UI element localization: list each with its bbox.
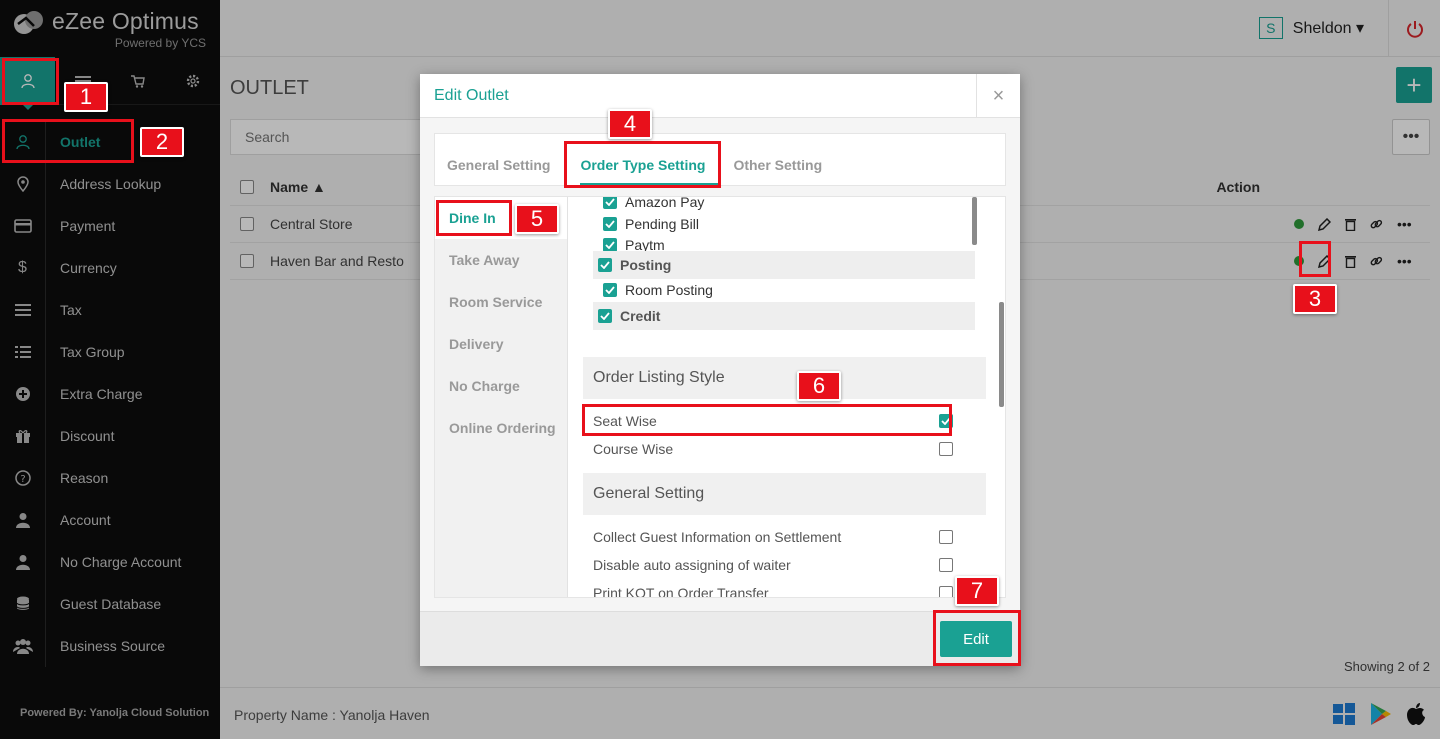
modal-body: General Setting Order Type Setting Other… bbox=[420, 118, 1020, 611]
credit-group[interactable]: Credit bbox=[593, 302, 975, 330]
step-badge: 7 bbox=[955, 576, 999, 606]
payment-option-pending-bill[interactable]: Pending Bill bbox=[603, 216, 699, 232]
option-label: Collect Guest Information on Settlement bbox=[593, 529, 842, 545]
payment-label: Amazon Pay bbox=[625, 196, 705, 210]
step-badge: 6 bbox=[797, 371, 841, 401]
group-label: Posting bbox=[620, 257, 672, 273]
dine-in-settings: Amazon Pay Pending Bill Paytm Posting Ro… bbox=[569, 196, 1005, 598]
sub-tab-online-ordering[interactable]: Online Ordering bbox=[435, 407, 567, 449]
sub-tab-delivery[interactable]: Delivery bbox=[435, 323, 567, 365]
general-setting-header: General Setting bbox=[583, 473, 986, 515]
group-label: Credit bbox=[620, 308, 661, 324]
checkbox-checked[interactable] bbox=[603, 283, 617, 297]
order-type-pane: Dine In Take Away Room Service Delivery … bbox=[434, 196, 1006, 598]
checkbox-checked[interactable] bbox=[603, 197, 617, 209]
highlight-box bbox=[582, 404, 952, 436]
checkbox-checked[interactable] bbox=[598, 309, 612, 323]
close-icon[interactable]: × bbox=[976, 74, 1020, 118]
highlight-box bbox=[436, 200, 512, 236]
inner-scrollbar[interactable] bbox=[972, 197, 977, 245]
collect-guest-info-checkbox[interactable] bbox=[939, 530, 953, 544]
highlight-box bbox=[564, 141, 721, 188]
posting-group[interactable]: Posting bbox=[593, 251, 975, 279]
sub-tab-no-charge[interactable]: No Charge bbox=[435, 365, 567, 407]
highlight-box bbox=[933, 610, 1021, 666]
highlight-box bbox=[2, 58, 59, 105]
checkbox-checked[interactable] bbox=[598, 258, 612, 272]
order-type-list: Dine In Take Away Room Service Delivery … bbox=[435, 197, 568, 597]
disable-auto-waiter-checkbox[interactable] bbox=[939, 558, 953, 572]
modal-title: Edit Outlet bbox=[434, 87, 509, 104]
modal-footer: Edit bbox=[420, 611, 1020, 666]
step-badge: 1 bbox=[64, 82, 108, 112]
order-listing-style-header: Order Listing Style bbox=[583, 357, 986, 399]
payment-label: Pending Bill bbox=[625, 216, 699, 232]
option-label: Disable auto assigning of waiter bbox=[593, 557, 791, 573]
option-label: Course Wise bbox=[593, 441, 674, 457]
print-kot-checkbox[interactable] bbox=[939, 586, 953, 597]
course-wise-option[interactable]: Course Wise bbox=[593, 441, 953, 457]
tab-other-setting[interactable]: Other Setting bbox=[733, 157, 836, 185]
checkbox-checked[interactable] bbox=[603, 238, 617, 252]
step-badge: 5 bbox=[515, 204, 559, 234]
step-badge: 2 bbox=[140, 127, 184, 157]
step-badge: 3 bbox=[1293, 284, 1337, 314]
collect-guest-info-option[interactable]: Collect Guest Information on Settlement bbox=[593, 529, 953, 545]
highlight-box bbox=[2, 119, 134, 163]
option-label: Room Posting bbox=[625, 282, 713, 298]
checkbox-checked[interactable] bbox=[603, 217, 617, 231]
course-wise-checkbox[interactable] bbox=[939, 442, 953, 456]
tab-general-setting[interactable]: General Setting bbox=[447, 157, 564, 185]
sub-tab-room-service[interactable]: Room Service bbox=[435, 281, 567, 323]
outer-scrollbar[interactable] bbox=[999, 302, 1004, 407]
highlight-box bbox=[1299, 241, 1331, 277]
print-kot-option[interactable]: Print KOT on Order Transfer bbox=[593, 585, 953, 598]
payment-option-amazon-pay[interactable]: Amazon Pay bbox=[603, 196, 705, 210]
option-label: Print KOT on Order Transfer bbox=[593, 585, 769, 598]
step-badge: 4 bbox=[608, 109, 652, 139]
disable-auto-waiter-option[interactable]: Disable auto assigning of waiter bbox=[593, 557, 953, 573]
room-posting-option[interactable]: Room Posting bbox=[603, 282, 713, 298]
modal-header: Edit Outlet × bbox=[420, 74, 1020, 118]
sub-tab-take-away[interactable]: Take Away bbox=[435, 239, 567, 281]
